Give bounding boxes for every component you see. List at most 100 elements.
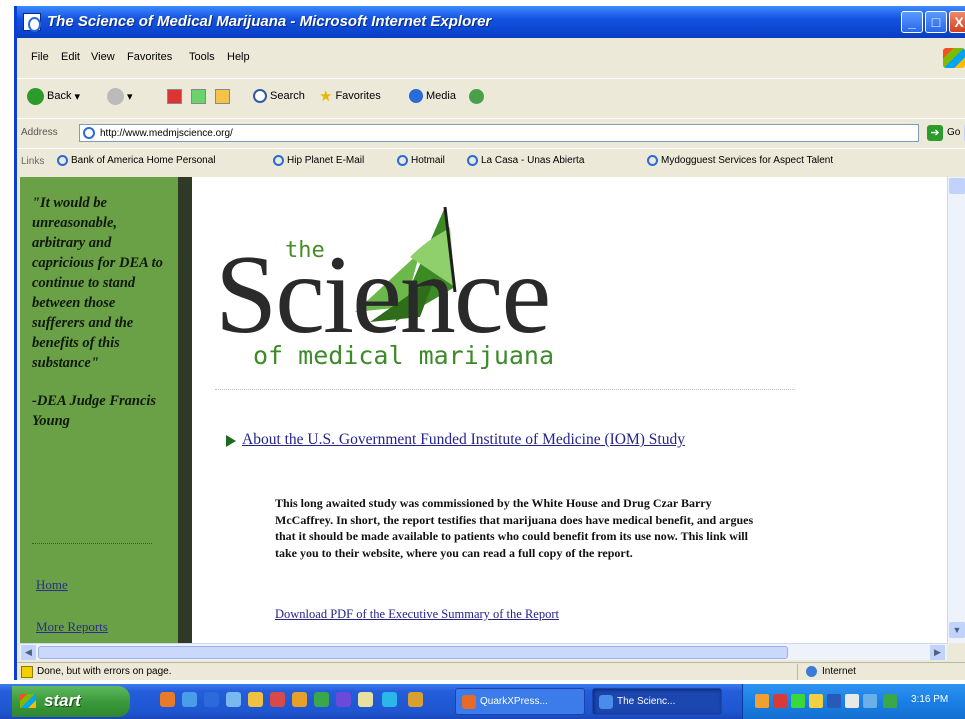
tray-icon[interactable] [845,694,859,708]
go-button[interactable]: Go [947,127,960,138]
iom-study-link[interactable]: About the U.S. Government Funded Institu… [242,429,762,451]
links-label: Links [21,156,45,167]
address-label: Address [21,127,58,138]
back-dropdown-icon[interactable]: ▾ [74,90,80,103]
address-input[interactable]: http://www.medmjscience.org/ ▾ [79,124,965,142]
scroll-up-button[interactable] [949,178,965,194]
menu-bar: File Edit View Favorites Tools Help [17,46,965,70]
maximize-button[interactable]: □ [925,11,947,33]
vertical-scrollbar[interactable]: ▼ [947,177,965,643]
quicklaunch-icon[interactable] [382,692,397,707]
link-hotmail[interactable]: Hotmail [397,155,445,166]
media-label: Media [426,90,456,102]
ie-page-icon [273,155,284,166]
link-mydogguest[interactable]: Mydogguest Services for Aspect Talent [647,155,833,166]
menu-tools[interactable]: Tools [189,51,215,63]
window-title: The Science of Medical Marijuana - Micro… [47,13,492,30]
back-button[interactable]: Back ▾ [27,87,80,105]
back-arrow-icon [27,87,44,105]
pdf-download-link[interactable]: Download PDF of the Executive Summary of… [275,607,559,622]
refresh-button[interactable] [191,87,206,105]
logo-tagline: of medical marijuana [253,341,554,370]
ie-page-icon [647,155,658,166]
quicklaunch-icon[interactable] [160,692,175,707]
quicklaunch-icon[interactable] [226,692,241,707]
quicklaunch-icon[interactable] [358,692,373,707]
status-bar: Done, but with errors on page. Internet [17,662,965,680]
tray-icon[interactable] [773,694,787,708]
link-la-casa[interactable]: La Casa - Unas Abierta [467,155,584,166]
favorites-button[interactable]: ★ Favorites [319,87,381,105]
security-zone: Internet [797,664,965,680]
task-quarkxpress[interactable]: QuarkXPress... [455,688,585,715]
link-label: La Casa - Unas Abierta [481,155,585,166]
scroll-down-button[interactable]: ▼ [949,622,965,638]
quicklaunch-icon[interactable] [270,692,285,707]
quicklaunch-icon[interactable] [204,692,219,707]
site-logo: Science the of medical marijuana [215,206,554,370]
media-button[interactable]: Media [409,87,456,105]
tray-icon[interactable] [791,694,805,708]
quicklaunch-icon[interactable] [336,692,351,707]
page-icon [83,127,95,139]
menu-file[interactable]: File [31,51,49,63]
forward-dropdown-icon[interactable]: ▾ [127,90,133,103]
taskbar: start QuarkXPress... The Scienc... 3:16 … [0,684,965,719]
ie-page-icon [467,155,478,166]
task-label: QuarkXPress... [480,696,548,707]
menu-help[interactable]: Help [227,51,250,63]
tray-icon[interactable] [755,694,769,708]
forward-button[interactable]: ▾ [107,87,133,105]
sidebar-link-more[interactable]: More Reports [36,619,108,635]
history-button[interactable] [469,87,484,105]
sidebar-link-home[interactable]: Home [36,577,68,593]
forward-arrow-icon [107,87,124,105]
link-hip-planet[interactable]: Hip Planet E-Mail [273,155,364,166]
menu-edit[interactable]: Edit [61,51,80,63]
scroll-thumb[interactable] [38,646,788,659]
quicklaunch-icon[interactable] [292,692,307,707]
menu-view[interactable]: View [91,51,115,63]
home-button[interactable] [215,87,230,105]
toolbar: Back ▾ ▾ Search ★ Favorites Media [17,78,965,112]
start-button[interactable]: start [12,686,130,717]
link-label: Mydogguest Services for Aspect Talent [661,155,834,166]
tray-icon[interactable] [809,694,823,708]
quicklaunch-icon[interactable] [248,692,263,707]
search-button[interactable]: Search [253,87,305,105]
title-bar[interactable]: The Science of Medical Marijuana - Micro… [17,6,965,38]
scroll-left-button[interactable]: ◀ [21,645,36,660]
horizontal-scrollbar[interactable]: ◀ ▶ [20,643,947,660]
task-ie[interactable]: The Scienc... [592,688,722,715]
minimize-button[interactable]: _ [901,11,923,33]
favorites-label: Favorites [335,90,381,102]
link-label: Hotmail [411,155,445,166]
ie-page-icon [397,155,408,166]
browser-window: The Science of Medical Marijuana - Micro… [14,6,965,680]
quicklaunch-icon[interactable] [182,692,197,707]
tray-icon[interactable] [827,694,841,708]
menu-favorites[interactable]: Favorites [127,51,172,63]
windows-flag-icon [20,694,36,708]
sidebar: "It would be unreasonable, arbitrary and… [20,177,178,643]
stop-button[interactable] [167,87,182,105]
go-arrow-icon[interactable]: ➔ [927,125,943,141]
page-content: "It would be unreasonable, arbitrary and… [20,177,965,643]
tray-icon[interactable] [863,694,877,708]
tray-icon[interactable] [883,694,897,708]
link-bank-of-america[interactable]: Bank of America Home Personal [57,155,216,166]
quark-icon [462,695,476,709]
sidebar-frame: "It would be unreasonable, arbitrary and… [20,177,192,643]
content-divider [215,389,795,390]
task-label: The Scienc... [617,696,676,707]
quicklaunch-icon[interactable] [314,692,329,707]
search-icon [253,89,267,103]
link-label: Bank of America Home Personal [71,155,216,166]
address-url: http://www.medmjscience.org/ [100,128,233,139]
logo-word: Science [215,233,549,357]
quicklaunch-icon[interactable] [408,692,423,707]
scroll-right-button[interactable]: ▶ [930,645,945,660]
warning-icon[interactable] [21,666,33,678]
close-button[interactable]: X [949,11,965,33]
star-icon: ★ [319,88,333,105]
